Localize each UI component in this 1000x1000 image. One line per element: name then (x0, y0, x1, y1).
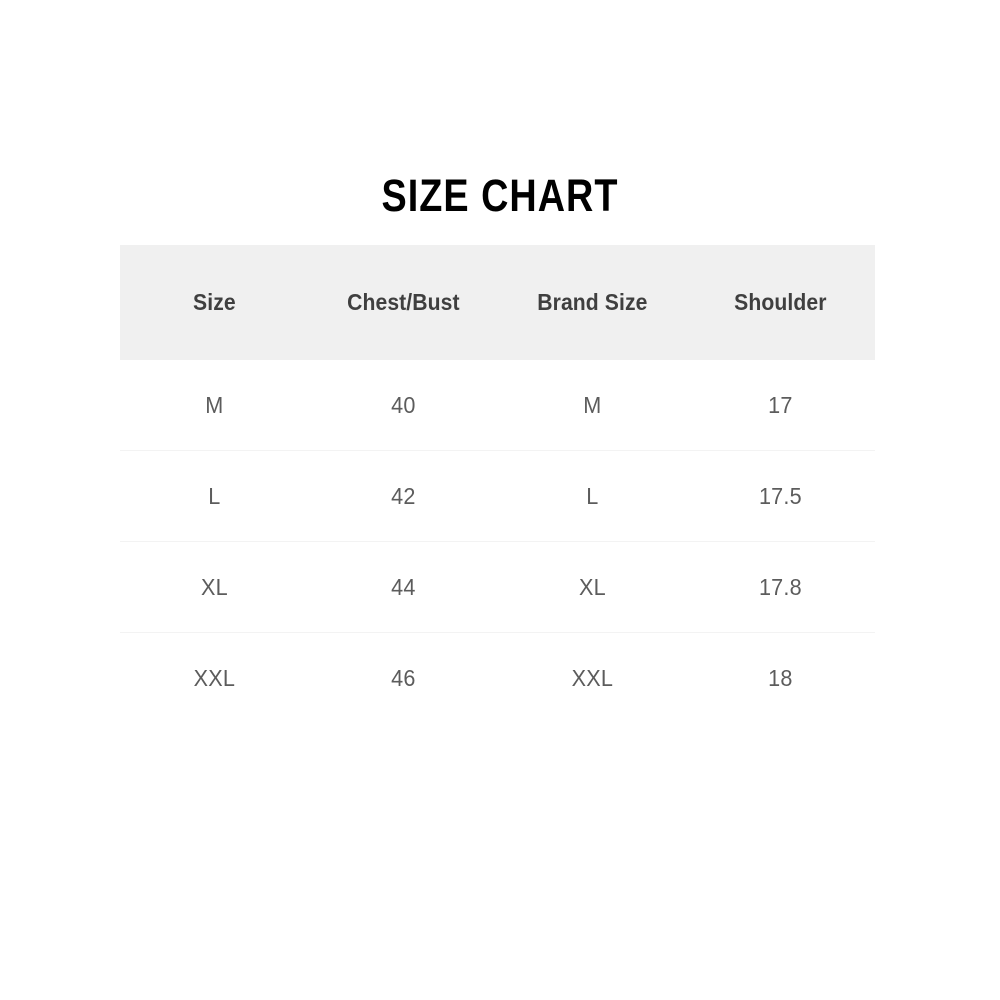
cell-shoulder: 17.5 (693, 450, 868, 542)
size-chart-page: SIZE CHART Size Chest/Bust Brand Size Sh… (0, 0, 1000, 1000)
cell-size: L (127, 450, 302, 542)
column-header-chest-bust: Chest/Bust (346, 289, 460, 315)
table-row: M 40 M 17 (120, 360, 875, 451)
cell-size: XL (127, 541, 302, 633)
cell-brand-size: XXL (505, 632, 679, 723)
cell-chest-bust: 44 (316, 541, 490, 633)
table-body: M 40 M 17 L 42 L 17.5 XL 44 XL 17.8 XXL … (120, 360, 875, 723)
page-title: SIZE CHART (381, 170, 619, 221)
cell-chest-bust: 42 (316, 450, 490, 542)
cell-chest-bust: 46 (316, 632, 490, 723)
cell-brand-size: M (582, 391, 601, 418)
cell-brand-size: L (505, 450, 679, 542)
table-header: Size Chest/Bust Brand Size Shoulder (120, 245, 875, 360)
table-row: L 42 L 17.5 (120, 450, 875, 542)
cell-size: XXL (127, 632, 302, 723)
column-header-brand-size: Brand Size (536, 289, 647, 315)
cell-shoulder: 18 (693, 632, 868, 723)
cell-chest-bust: 40 (390, 391, 416, 418)
table-row: XL 44 XL 17.8 (120, 541, 875, 633)
cell-shoulder: 17.8 (693, 541, 868, 633)
cell-brand-size: XL (505, 541, 679, 633)
table-header-row: Size Chest/Bust Brand Size Shoulder (120, 245, 875, 360)
size-chart-table: Size Chest/Bust Brand Size Shoulder M 40… (120, 245, 875, 723)
column-header-shoulder: Shoulder (734, 289, 827, 315)
cell-shoulder: 17 (768, 391, 793, 418)
table-row: XXL 46 XXL 18 (120, 632, 875, 723)
column-header-size: Size (193, 289, 236, 315)
cell-size: M (205, 391, 224, 418)
